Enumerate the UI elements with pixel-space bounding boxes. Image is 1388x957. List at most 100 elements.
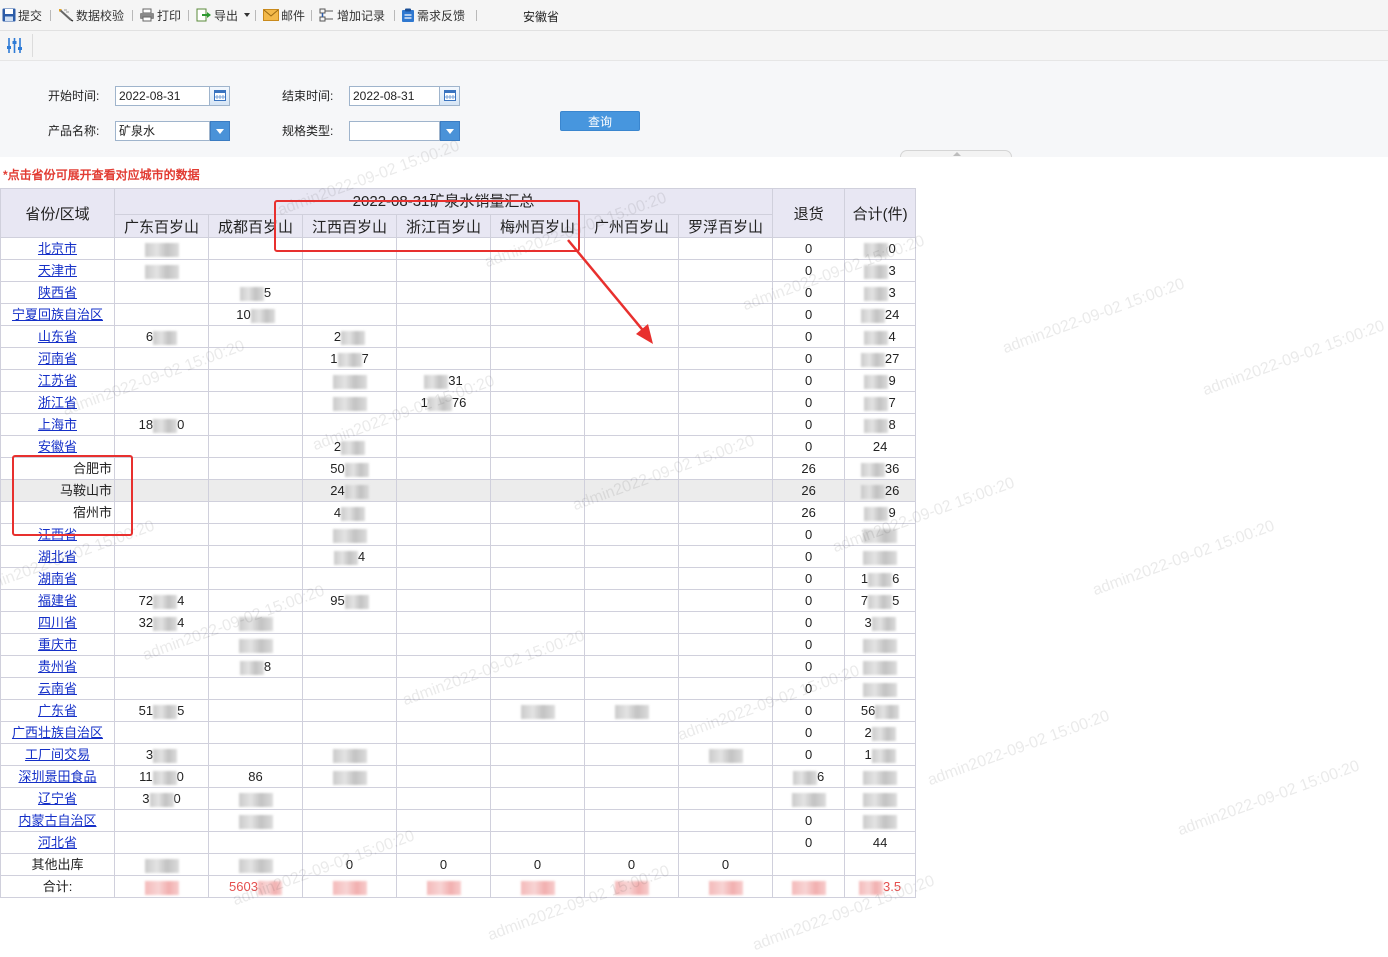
- product-name-value[interactable]: 矿泉水: [115, 121, 210, 141]
- region-cell[interactable]: 广西壮族自治区: [0, 721, 115, 744]
- province-link[interactable]: 贵州省: [38, 659, 77, 674]
- region-cell[interactable]: 河南省: [0, 347, 115, 370]
- province-link[interactable]: 江苏省: [38, 373, 77, 388]
- value-visible-part: 9: [888, 505, 896, 520]
- cell-total: [844, 787, 917, 810]
- region-cell[interactable]: 江苏省: [0, 369, 115, 392]
- region-cell[interactable]: 山东省: [0, 325, 115, 348]
- region-cell[interactable]: 四川省: [0, 611, 115, 634]
- province-link[interactable]: 上海市: [38, 417, 77, 432]
- end-date-picker-button[interactable]: [440, 86, 460, 106]
- region-cell[interactable]: 江西省: [0, 523, 115, 546]
- cell-meizhou: [490, 787, 585, 810]
- sub-toolbar: [0, 31, 1388, 61]
- cell-jiangxi: [302, 787, 397, 810]
- spec-type-value[interactable]: [349, 121, 440, 141]
- region-cell[interactable]: 宁夏回族自治区: [0, 303, 115, 326]
- cell-chengdu: 86: [208, 765, 303, 788]
- province-link[interactable]: 天津市: [38, 263, 77, 278]
- region-cell[interactable]: 天津市: [0, 259, 115, 282]
- start-date-input[interactable]: [115, 86, 210, 106]
- redacted-value-mask: [144, 264, 179, 279]
- region-cell[interactable]: 福建省: [0, 589, 115, 612]
- cell-guangdong: [114, 369, 209, 392]
- region-cell[interactable]: 湖北省: [0, 545, 115, 568]
- region-cell[interactable]: 深圳景田食品: [0, 765, 115, 788]
- cell-guangdong: 11 0: [114, 765, 209, 788]
- query-button[interactable]: 查询: [560, 111, 640, 131]
- province-link[interactable]: 内蒙古自治区: [18, 813, 96, 828]
- spec-dropdown-button[interactable]: [440, 121, 460, 141]
- redacted-value-mask: [863, 550, 898, 565]
- region-cell[interactable]: 重庆市: [0, 633, 115, 656]
- collapse-parameter-panel-toggle[interactable]: [900, 150, 1012, 157]
- redacted-value-mask: [153, 418, 178, 433]
- province-link[interactable]: 陕西省: [38, 285, 77, 300]
- product-dropdown-button[interactable]: [210, 121, 230, 141]
- add-record-button[interactable]: 增加记录: [319, 7, 385, 23]
- redacted-value-mask: [520, 880, 555, 895]
- cell-zhejiang: [396, 457, 491, 480]
- report-title: 2022-08-31矿泉水销量汇总: [113, 188, 774, 215]
- province-link[interactable]: 四川省: [38, 615, 77, 630]
- province-link[interactable]: 湖南省: [38, 571, 77, 586]
- province-link[interactable]: 湖北省: [38, 549, 77, 564]
- region-cell[interactable]: 北京市: [0, 237, 115, 260]
- cell-returns: 0: [772, 259, 846, 282]
- export-button[interactable]: 导出: [196, 7, 251, 23]
- province-link[interactable]: 浙江省: [38, 395, 77, 410]
- province-link[interactable]: 安徽省: [38, 439, 77, 454]
- province-link[interactable]: 河北省: [38, 835, 77, 850]
- filter-settings-button[interactable]: [6, 37, 23, 54]
- region-cell[interactable]: 贵州省: [0, 655, 115, 678]
- total-cell-zhejiang: [396, 875, 491, 898]
- cell-meizhou: [490, 347, 585, 370]
- value-visible-part: 9: [888, 373, 896, 388]
- province-link[interactable]: 辽宁省: [38, 791, 77, 806]
- province-link[interactable]: 北京市: [38, 241, 77, 256]
- redacted-value-mask: [875, 704, 900, 719]
- cell-guangdong: [114, 479, 209, 502]
- region-cell[interactable]: 辽宁省: [0, 787, 115, 810]
- province-link[interactable]: 广西壮族自治区: [12, 725, 103, 740]
- province-link[interactable]: 江西省: [38, 527, 77, 542]
- region-cell[interactable]: 河北省: [0, 831, 115, 854]
- end-date-input[interactable]: [349, 86, 440, 106]
- province-link[interactable]: 福建省: [38, 593, 77, 608]
- cell-total: [844, 633, 917, 656]
- mail-button[interactable]: 邮件: [263, 7, 305, 23]
- value-visible-part: 31: [448, 373, 463, 388]
- spec-type-select[interactable]: [349, 121, 460, 141]
- province-link[interactable]: 工厂间交易: [25, 747, 90, 762]
- province-link[interactable]: 广东省: [38, 703, 77, 718]
- province-link[interactable]: 深圳景田食品: [18, 769, 96, 784]
- province-link[interactable]: 河南省: [38, 351, 77, 366]
- province-link[interactable]: 重庆市: [38, 637, 77, 652]
- redacted-value-mask: [257, 880, 282, 895]
- region-cell[interactable]: 工厂间交易: [0, 743, 115, 766]
- print-button[interactable]: 打印: [139, 7, 181, 23]
- region-cell[interactable]: 内蒙古自治区: [0, 809, 115, 832]
- cell-total: [844, 677, 917, 700]
- data-check-button[interactable]: 数据校验: [58, 7, 124, 23]
- region-cell[interactable]: 湖南省: [0, 567, 115, 590]
- submit-button[interactable]: 提交: [2, 7, 42, 23]
- region-cell[interactable]: 云南省: [0, 677, 115, 700]
- redacted-value-mask: [871, 748, 896, 763]
- current-region-label: 安徽省: [523, 10, 560, 24]
- feedback-button[interactable]: 需求反馈: [401, 7, 465, 23]
- province-link[interactable]: 宁夏回族自治区: [12, 307, 103, 322]
- region-cell[interactable]: 浙江省: [0, 391, 115, 414]
- province-link[interactable]: 山东省: [38, 329, 77, 344]
- start-date-picker-button[interactable]: [210, 86, 230, 106]
- region-cell[interactable]: 上海市: [0, 413, 115, 436]
- region-cell[interactable]: 陕西省: [0, 281, 115, 304]
- cell-meizhou: 0: [490, 853, 585, 876]
- region-cell[interactable]: 广东省: [0, 699, 115, 722]
- cell-jiangxi: 95: [302, 589, 397, 612]
- cell-guangzhou: 0: [584, 853, 679, 876]
- province-link[interactable]: 云南省: [38, 681, 77, 696]
- product-name-select[interactable]: 矿泉水: [115, 121, 230, 141]
- region-column-header: 省份/区域: [0, 188, 115, 238]
- region-cell[interactable]: 安徽省: [0, 435, 115, 458]
